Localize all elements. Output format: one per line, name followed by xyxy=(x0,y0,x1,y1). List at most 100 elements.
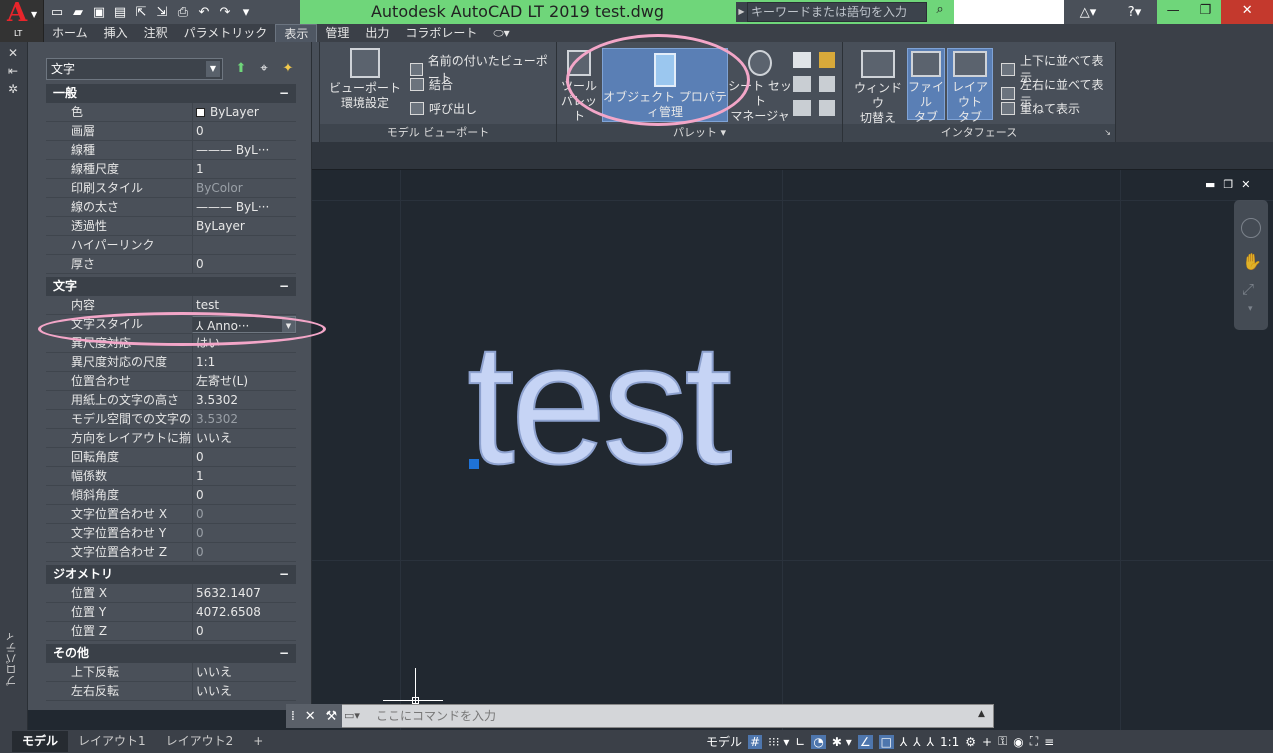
annotation-scale-icon[interactable]: ⅄ xyxy=(927,735,934,749)
open-folder-icon[interactable]: ▰ xyxy=(69,4,87,20)
vp-restore-icon[interactable]: ❐ xyxy=(1223,178,1233,196)
property-row[interactable]: 印刷スタイル ByColor xyxy=(46,179,296,198)
annotation-scale-value[interactable]: 1:1 xyxy=(940,735,959,749)
section-geometry[interactable]: ジオメトリ − xyxy=(46,565,296,584)
property-value[interactable]: いいえ xyxy=(192,663,296,681)
pan-hand-icon[interactable]: ✋ xyxy=(1242,252,1262,271)
property-row[interactable]: 位置 X 5632.1407 xyxy=(46,584,296,603)
pickadd-icon[interactable]: ⬆ xyxy=(233,61,249,77)
cmd-settings-icon[interactable]: ⚒ xyxy=(325,709,337,724)
section-general[interactable]: 一般 − xyxy=(46,84,296,103)
property-value[interactable]: いいえ xyxy=(192,682,296,700)
property-value[interactable]: いいえ xyxy=(192,429,296,447)
property-row[interactable]: 透過性 ByLayer xyxy=(46,217,296,236)
property-value[interactable]: 1:1 xyxy=(192,353,296,371)
tab-0[interactable]: ホーム xyxy=(44,24,96,42)
property-value[interactable]: ByColor xyxy=(192,179,296,197)
grip-icon[interactable]: ⁞ xyxy=(291,709,295,724)
layer-icon[interactable] xyxy=(793,100,811,116)
property-value[interactable]: 5632.1407 xyxy=(192,584,296,602)
vp-minimize-icon[interactable]: ▬ xyxy=(1205,178,1215,196)
property-row[interactable]: 上下反転 いいえ xyxy=(46,663,296,682)
property-row[interactable]: 位置 Y 4072.6508 xyxy=(46,603,296,622)
property-row[interactable]: 位置 Z 0 xyxy=(46,622,296,641)
property-row[interactable]: 文字位置合わせ X 0 xyxy=(46,505,296,524)
property-row[interactable]: 用紙上の文字の高さ 3.5302 xyxy=(46,391,296,410)
property-row[interactable]: 線の太さ ——— ByL··· xyxy=(46,198,296,217)
model-space-button[interactable]: モデル xyxy=(706,733,742,750)
property-row[interactable]: 文字位置合わせ Z 0 xyxy=(46,543,296,562)
property-value[interactable]: 4072.6508 xyxy=(192,603,296,621)
viewport-config-button[interactable]: ビューポート 環境設定 xyxy=(328,48,402,111)
property-row[interactable]: 色 ByLayer xyxy=(46,103,296,122)
search-expand-icon[interactable]: ▶ xyxy=(736,2,747,22)
quickcalc-icon[interactable] xyxy=(819,100,835,116)
redo-icon[interactable]: ↷ xyxy=(216,4,234,20)
application-menu-button[interactable]: A ▼ LT xyxy=(0,0,44,42)
restore-icon[interactable]: ❐ xyxy=(1189,0,1221,24)
collapse-icon[interactable]: − xyxy=(279,277,289,296)
command-window-icon[interactable] xyxy=(793,52,811,68)
property-value[interactable]: 0 xyxy=(192,505,296,523)
property-value[interactable]: 0 xyxy=(192,122,296,140)
quick-select-icon[interactable]: ✦ xyxy=(280,61,296,77)
layout-tab-2[interactable]: レイアウト2 xyxy=(156,731,244,752)
add-icon[interactable]: + xyxy=(982,735,992,749)
property-value[interactable]: 3.5302 xyxy=(192,410,296,428)
cmd-close-icon[interactable]: ✕ xyxy=(305,709,316,724)
property-value[interactable]: 0 xyxy=(192,255,296,273)
object-snap-tracking-icon[interactable]: ∠ xyxy=(857,734,873,749)
drawing-text-object[interactable]: test xyxy=(466,317,733,491)
insertion-grip[interactable] xyxy=(469,459,479,469)
command-input[interactable]: ここにコマンドを入力 xyxy=(376,704,496,728)
property-value[interactable]: ——— ByL··· xyxy=(192,198,296,216)
close-icon[interactable]: ✕ xyxy=(1221,0,1273,24)
section-misc[interactable]: その他 − xyxy=(46,644,296,663)
drawing-area[interactable] xyxy=(312,170,1273,730)
calculator-icon[interactable] xyxy=(819,76,835,92)
property-value[interactable]: 0 xyxy=(192,622,296,640)
isolate-icon[interactable]: ◉ xyxy=(1013,735,1023,749)
property-row[interactable]: 線種 ——— ByL··· xyxy=(46,141,296,160)
recent-commands-icon[interactable]: ▭▾ xyxy=(344,709,372,723)
tab-4[interactable]: 表示 xyxy=(275,24,318,42)
annotation-visibility-icon[interactable]: ⅄ xyxy=(900,735,907,749)
undo-icon[interactable]: ↶ xyxy=(195,4,213,20)
export-icon[interactable]: ⇱ xyxy=(132,4,150,20)
import-icon[interactable]: ⇲ xyxy=(153,4,171,20)
tab-6[interactable]: 出力 xyxy=(357,24,397,42)
layout-tab-1[interactable]: レイアウト1 xyxy=(68,731,156,752)
layout-tab-0[interactable]: モデル xyxy=(12,731,69,752)
ribbon-minimize-icon[interactable]: ⬭▾ xyxy=(485,24,517,42)
ortho-icon[interactable]: ∟ xyxy=(795,735,805,749)
section-text[interactable]: 文字 − xyxy=(46,277,296,296)
minimize-icon[interactable]: — xyxy=(1157,0,1189,24)
palette-autohide-icon[interactable]: ⇤ xyxy=(8,64,18,78)
property-value[interactable]: 3.5302 xyxy=(192,391,296,409)
palette-settings-icon[interactable]: ✲ xyxy=(8,82,18,96)
property-row[interactable]: モデル空間での文字の高さ3.5302 xyxy=(46,410,296,429)
collapse-icon[interactable]: − xyxy=(279,644,289,663)
zoom-extents-icon[interactable]: ⤢ xyxy=(1242,280,1254,298)
object-type-select[interactable]: 文字 ▼ xyxy=(46,58,223,80)
workspace-gear-icon[interactable]: ⚙ xyxy=(965,735,976,749)
window-switch-button[interactable]: ウィンドウ 切替え xyxy=(849,50,907,126)
print-icon[interactable]: ⎙ xyxy=(174,4,192,20)
palette-close-icon[interactable]: ✕ xyxy=(8,46,18,60)
polar-tracking-icon[interactable]: ◔ xyxy=(811,734,826,749)
property-row[interactable]: ハイパーリンク xyxy=(46,236,296,255)
property-row[interactable]: 厚さ 0 xyxy=(46,255,296,274)
collapse-icon[interactable]: − xyxy=(279,565,289,584)
property-value[interactable]: ByLayer xyxy=(192,217,296,235)
markup-icon[interactable] xyxy=(819,52,835,68)
cascade-button[interactable]: 重ねて表示 xyxy=(1001,100,1080,117)
vp-close-icon[interactable]: ✕ xyxy=(1241,178,1250,196)
property-value[interactable]: 0 xyxy=(192,486,296,504)
grid-icon[interactable]: # xyxy=(748,734,763,749)
property-row[interactable]: 傾斜角度 0 xyxy=(46,486,296,505)
auto-scale-icon[interactable]: ⅄ xyxy=(913,735,920,749)
property-row[interactable]: 異尺度対応の尺度 1:1 xyxy=(46,353,296,372)
property-row[interactable]: 幅係数 1 xyxy=(46,467,296,486)
qat-dropdown-icon[interactable]: ▾ xyxy=(237,4,255,20)
property-value[interactable]: 0 xyxy=(192,448,296,466)
